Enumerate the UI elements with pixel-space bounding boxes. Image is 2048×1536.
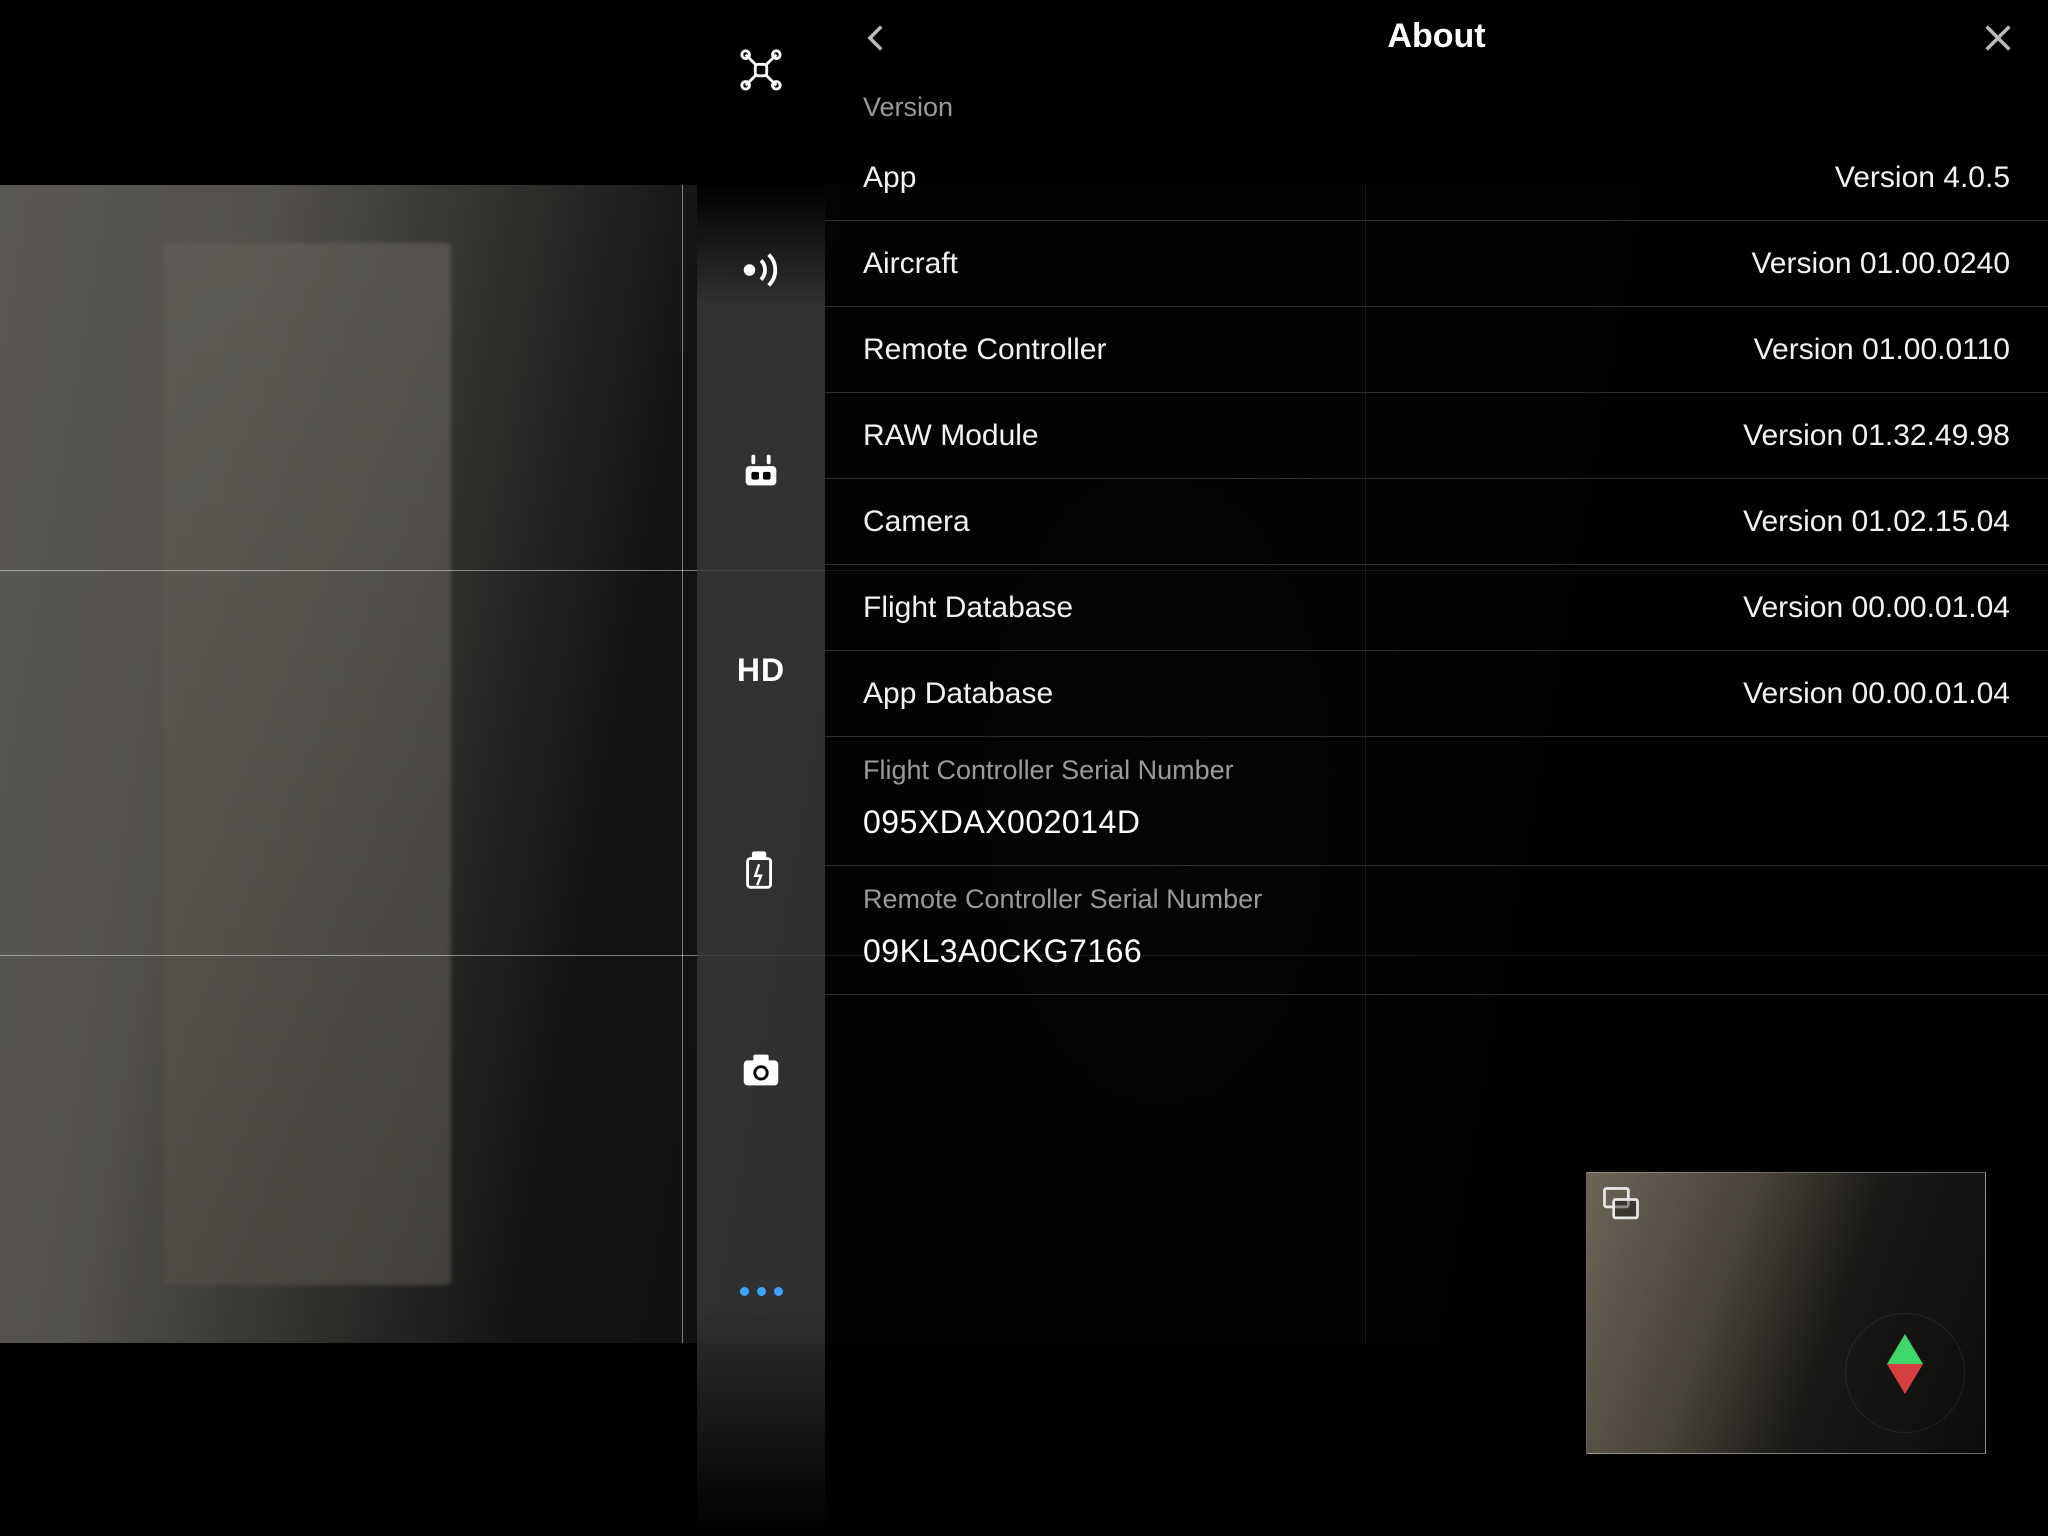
tab-camera-icon[interactable]	[731, 1040, 791, 1100]
serial-value: 095XDAX002014D	[863, 804, 2010, 841]
settings-tab-column: HD	[697, 0, 825, 1536]
serial-label: Remote Controller Serial Number	[863, 884, 2010, 915]
row-app-database[interactable]: App Database Version 00.00.01.04	[825, 651, 2048, 737]
tab-more-icon[interactable]	[740, 1287, 783, 1296]
tab-signal-icon[interactable]	[731, 240, 791, 300]
grid-line	[682, 185, 683, 1343]
row-aircraft[interactable]: Aircraft Version 01.00.0240	[825, 221, 2048, 307]
tab-hd-icon[interactable]: HD	[731, 640, 791, 700]
pip-switch-icon[interactable]	[1599, 1183, 1643, 1227]
serial-remote-controller: Remote Controller Serial Number 09KL3A0C…	[825, 866, 2048, 995]
tab-drone-icon[interactable]	[731, 40, 791, 100]
about-header: About	[825, 0, 2048, 72]
serial-value: 09KL3A0CKG7166	[863, 933, 2010, 970]
heading-indicator-icon	[1845, 1313, 1965, 1433]
row-label: App	[863, 161, 916, 195]
row-label: Camera	[863, 505, 970, 539]
row-value: Version 01.02.15.04	[1743, 505, 2010, 539]
row-value: Version 00.00.01.04	[1743, 677, 2010, 711]
serial-label: Flight Controller Serial Number	[863, 755, 2010, 786]
row-app[interactable]: App Version 4.0.5	[825, 135, 2048, 221]
pip-minimap[interactable]	[1586, 1172, 1986, 1454]
row-raw-module[interactable]: RAW Module Version 01.32.49.98	[825, 393, 2048, 479]
serial-flight-controller: Flight Controller Serial Number 095XDAX0…	[825, 737, 2048, 866]
row-label: RAW Module	[863, 419, 1039, 453]
row-value: Version 01.32.49.98	[1743, 419, 2010, 453]
row-camera[interactable]: Camera Version 01.02.15.04	[825, 479, 2048, 565]
row-label: Flight Database	[863, 591, 1073, 625]
panel-title: About	[1387, 17, 1485, 56]
tab-battery-icon[interactable]	[731, 840, 791, 900]
row-label: Remote Controller	[863, 333, 1106, 367]
row-value: Version 01.00.0110	[1754, 333, 2010, 367]
row-label: Aircraft	[863, 247, 958, 281]
row-label: App Database	[863, 677, 1053, 711]
section-label-version: Version	[825, 72, 2048, 135]
back-button[interactable]	[857, 18, 897, 58]
row-flight-database[interactable]: Flight Database Version 00.00.01.04	[825, 565, 2048, 651]
close-button[interactable]	[1978, 18, 2018, 58]
row-value: Version 00.00.01.04	[1743, 591, 2010, 625]
row-value: Version 01.00.0240	[1751, 247, 2010, 281]
tab-controller-icon[interactable]	[731, 440, 791, 500]
row-value: Version 4.0.5	[1835, 161, 2010, 195]
row-remote-controller[interactable]: Remote Controller Version 01.00.0110	[825, 307, 2048, 393]
